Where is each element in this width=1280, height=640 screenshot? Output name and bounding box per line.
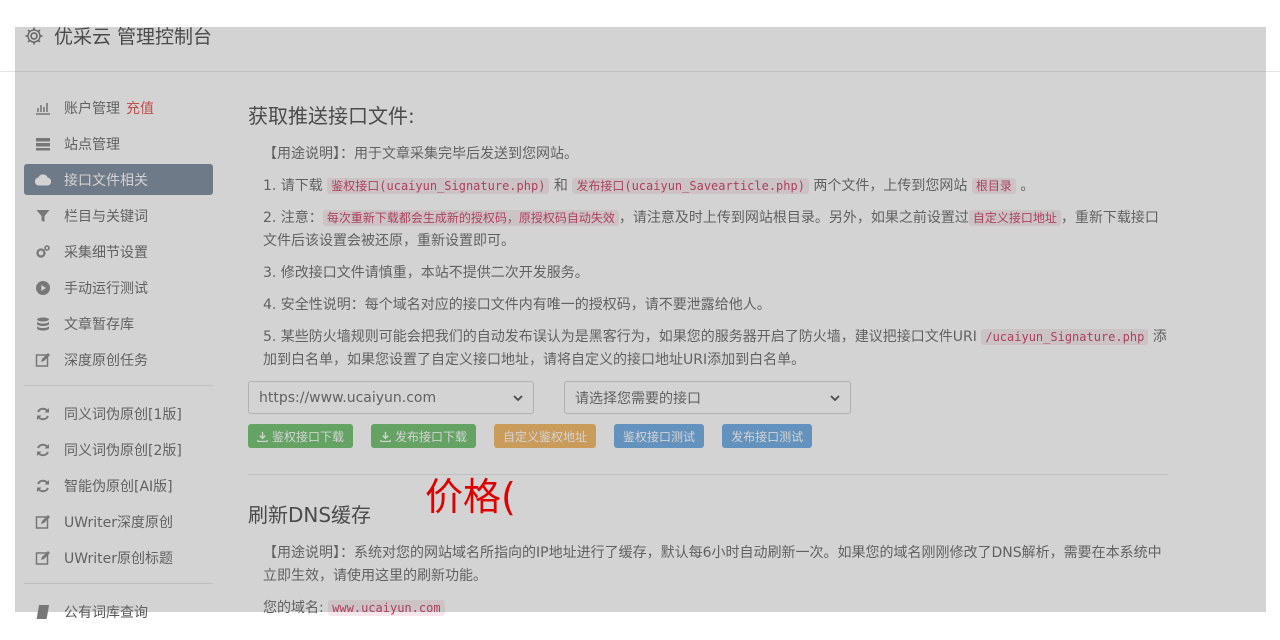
gray-overlay — [15, 27, 1266, 612]
price-annotation: 价格( — [425, 475, 516, 519]
